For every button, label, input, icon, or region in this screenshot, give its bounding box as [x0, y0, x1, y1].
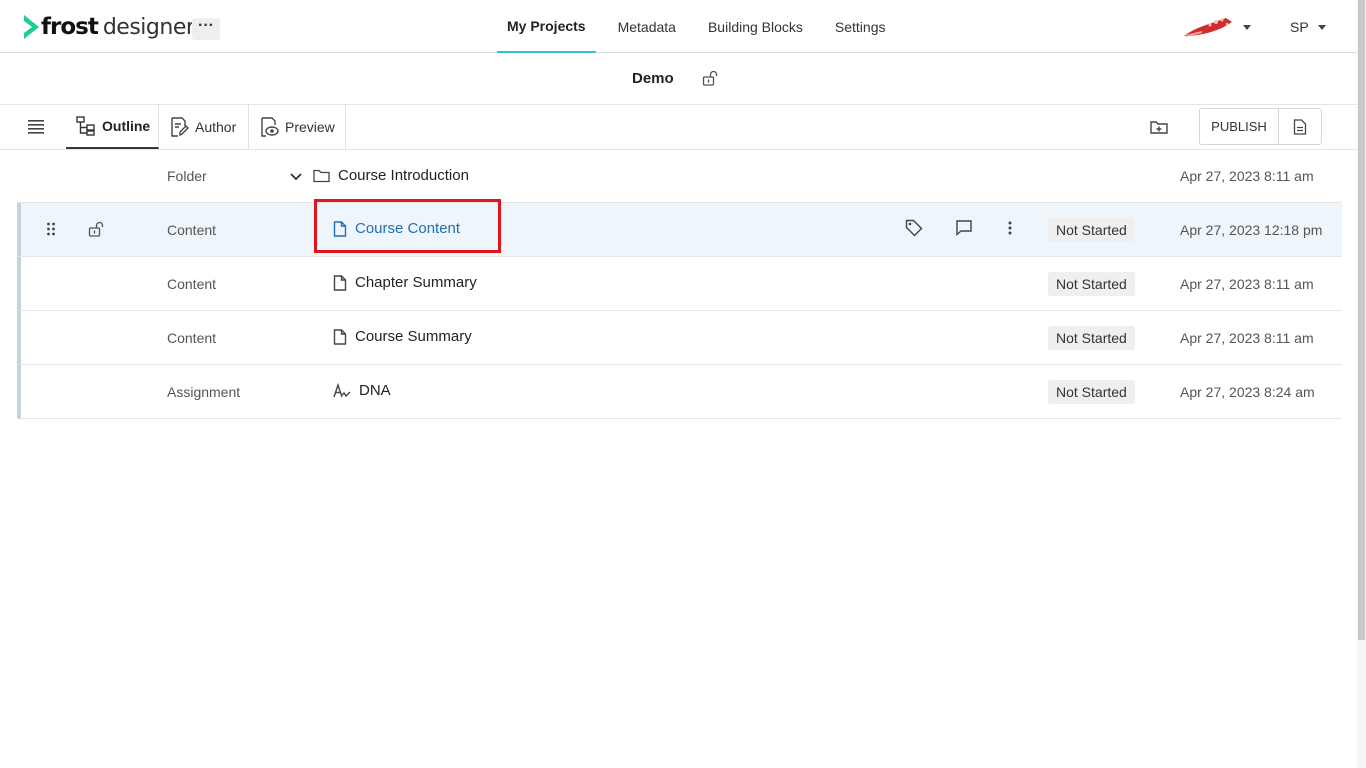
preview-icon [261, 116, 279, 137]
assignment-icon [333, 382, 351, 397]
publish-button[interactable]: PUBLISH [1199, 108, 1279, 145]
row-date: Apr 27, 2023 8:24 am [1180, 384, 1315, 400]
outline-row-assignment[interactable]: Assignment DNA Not Started Apr 27, 2023 … [17, 365, 1342, 419]
row-type: Assignment [167, 384, 241, 400]
outline-row-content[interactable]: Content Course Summary Not Started Apr 2… [17, 311, 1342, 365]
unlock-icon[interactable] [702, 70, 718, 86]
hamburger-menu-icon[interactable] [28, 120, 46, 134]
scrollbar-thumb[interactable] [1358, 0, 1365, 640]
user-menu[interactable]: SP [1290, 19, 1326, 35]
row-date: Apr 27, 2023 8:11 am [1180, 168, 1314, 184]
tag-icon[interactable] [905, 219, 923, 237]
user-initials: SP [1290, 19, 1309, 35]
document-icon [333, 274, 347, 291]
tab-outline[interactable]: Outline [66, 104, 159, 149]
row-name-label: Course Summary [355, 328, 472, 345]
document-icon [333, 328, 347, 345]
unlock-icon[interactable] [88, 221, 104, 237]
outline-row-folder[interactable]: Folder Course Introduction Apr 27, 2023 … [17, 150, 1342, 203]
organization-logo-icon [1184, 18, 1232, 37]
frost-designer-logo[interactable]: frost designer [22, 13, 195, 41]
logo-text-designer: designer [102, 14, 195, 40]
tab-preview-label: Preview [285, 118, 335, 135]
status-badge: Not Started [1048, 272, 1135, 296]
status-badge: Not Started [1048, 218, 1135, 242]
row-name[interactable]: DNA [333, 382, 391, 399]
drag-handle-icon[interactable] [46, 222, 56, 236]
row-type: Folder [167, 168, 207, 184]
row-name[interactable]: Chapter Summary [333, 274, 477, 291]
folder-icon [313, 169, 330, 182]
logo-chevron-icon [24, 15, 39, 39]
row-name-label: Course Introduction [338, 167, 469, 184]
organization-switcher[interactable] [1182, 12, 1252, 42]
chevron-down-icon[interactable] [289, 170, 303, 184]
row-date: Apr 27, 2023 8:11 am [1180, 330, 1314, 346]
outline-row-content[interactable]: Content Course Content Not Started Apr 2… [17, 203, 1342, 257]
project-title: Demo [632, 70, 674, 87]
row-date: Apr 27, 2023 8:11 am [1180, 276, 1314, 292]
tab-author-label: Author [195, 118, 237, 135]
document-options-button[interactable] [1278, 108, 1322, 145]
row-date: Apr 27, 2023 12:18 pm [1180, 222, 1323, 238]
row-type: Content [167, 330, 217, 346]
kebab-menu-icon[interactable] [1007, 220, 1013, 236]
add-folder-icon[interactable] [1150, 119, 1168, 135]
chevron-down-icon [1317, 24, 1326, 30]
nav-settings[interactable]: Settings [825, 0, 896, 53]
nav-my-projects[interactable]: My Projects [497, 0, 596, 53]
document-icon [1293, 118, 1307, 135]
tab-outline-label: Outline [102, 117, 151, 134]
tab-author[interactable]: Author [159, 104, 249, 149]
chevron-down-icon [1243, 24, 1251, 30]
top-navigation-bar: frost designer ··· My Projects Metadata … [0, 0, 1357, 53]
logo-text-frost: frost [41, 14, 99, 40]
more-menu-button[interactable]: ··· [192, 18, 220, 40]
project-title-bar: Demo [0, 53, 1357, 105]
editor-toolbar: Outline Author Preview PUBLISH [0, 104, 1357, 150]
row-type: Content [167, 276, 217, 292]
status-badge: Not Started [1048, 326, 1135, 350]
tab-preview[interactable]: Preview [249, 104, 346, 149]
highlight-box [314, 199, 501, 253]
comment-icon[interactable] [955, 219, 973, 237]
outline-row-content[interactable]: Content Chapter Summary Not Started Apr … [17, 257, 1342, 311]
row-name[interactable]: Course Introduction [313, 167, 469, 184]
nav-metadata[interactable]: Metadata [608, 0, 686, 53]
outline-icon [76, 115, 95, 136]
nav-building-blocks[interactable]: Building Blocks [698, 0, 813, 53]
row-name-label: DNA [359, 382, 391, 399]
author-icon [171, 116, 189, 137]
row-type: Content [167, 222, 217, 238]
status-badge: Not Started [1048, 380, 1135, 404]
row-name-label: Chapter Summary [355, 274, 477, 291]
row-name[interactable]: Course Summary [333, 328, 472, 345]
main-nav: My Projects Metadata Building Blocks Set… [497, 0, 908, 53]
